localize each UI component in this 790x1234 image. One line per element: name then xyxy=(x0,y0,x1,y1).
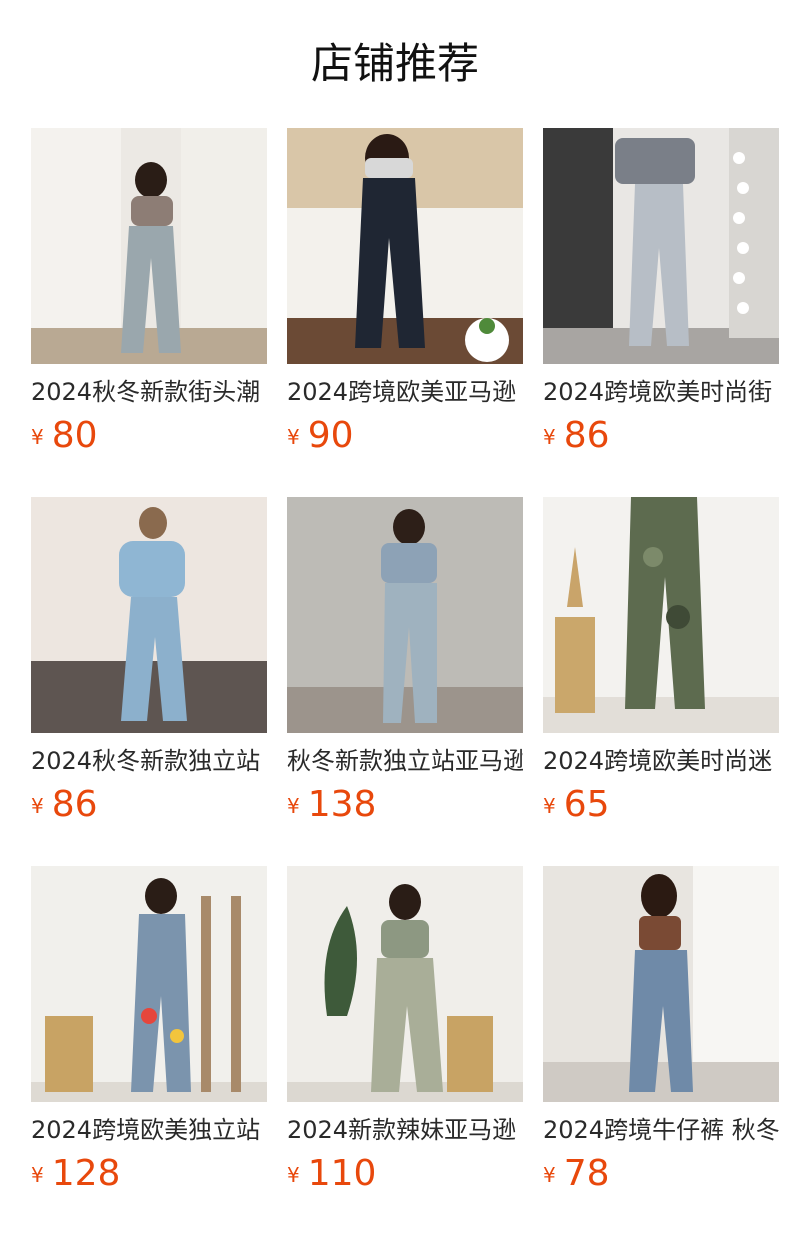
product-card[interactable]: 2024跨境欧美时尚街 ¥86 xyxy=(543,128,779,456)
currency-symbol: ¥ xyxy=(543,1163,556,1187)
currency-symbol: ¥ xyxy=(287,425,300,449)
price-value: 138 xyxy=(307,784,377,825)
price-value: 110 xyxy=(307,1153,377,1194)
page-title: 店铺推荐 xyxy=(310,39,479,88)
product-price: ¥65 xyxy=(543,785,610,825)
currency-symbol: ¥ xyxy=(31,794,44,818)
currency-symbol: ¥ xyxy=(543,425,556,449)
price-value: 128 xyxy=(51,1153,121,1194)
product-name[interactable]: 2024新款辣妹亚马逊 xyxy=(287,1112,523,1148)
product-price: ¥86 xyxy=(543,416,610,456)
price-value: 90 xyxy=(307,415,354,456)
currency-symbol: ¥ xyxy=(287,794,300,818)
product-price: ¥128 xyxy=(31,1154,120,1194)
product-name[interactable]: 2024秋冬新款街头潮 xyxy=(31,374,267,410)
product-grid: 2024秋冬新款街头潮 ¥80 2024跨境欧美亚马逊 ¥90 2024跨境欧美… xyxy=(31,128,779,1194)
price-value: 78 xyxy=(563,1153,610,1194)
product-image[interactable] xyxy=(287,128,523,364)
price-value: 86 xyxy=(563,415,610,456)
product-image[interactable] xyxy=(543,866,779,1102)
product-card[interactable]: 2024跨境牛仔裤 秋冬 ¥78 xyxy=(543,866,779,1194)
product-card[interactable]: 2024新款辣妹亚马逊 ¥110 xyxy=(287,866,523,1194)
price-value: 86 xyxy=(51,784,98,825)
price-value: 80 xyxy=(51,415,98,456)
product-name[interactable]: 2024跨境欧美独立站 xyxy=(31,1112,267,1148)
product-image[interactable] xyxy=(31,128,267,364)
product-name[interactable]: 2024跨境欧美时尚街 xyxy=(543,374,779,410)
product-card[interactable]: 2024跨境欧美独立站 ¥128 xyxy=(31,866,267,1194)
product-name[interactable]: 2024秋冬新款独立站 xyxy=(31,743,267,779)
product-card[interactable]: 2024跨境欧美时尚迷 ¥65 xyxy=(543,497,779,825)
currency-symbol: ¥ xyxy=(543,794,556,818)
product-price: ¥110 xyxy=(287,1154,376,1194)
product-name[interactable]: 2024跨境欧美时尚迷 xyxy=(543,743,779,779)
product-card[interactable]: 2024秋冬新款独立站 ¥86 xyxy=(31,497,267,825)
product-image[interactable] xyxy=(543,497,779,733)
product-name[interactable]: 秋冬新款独立站亚马逊 xyxy=(287,743,523,779)
price-value: 65 xyxy=(563,784,610,825)
product-name[interactable]: 2024跨境欧美亚马逊 xyxy=(287,374,523,410)
product-price: ¥78 xyxy=(543,1154,610,1194)
product-image[interactable] xyxy=(287,497,523,733)
product-name[interactable]: 2024跨境牛仔裤 秋冬 xyxy=(543,1112,779,1148)
product-card[interactable]: 2024跨境欧美亚马逊 ¥90 xyxy=(287,128,523,456)
product-price: ¥90 xyxy=(287,416,354,456)
product-image[interactable] xyxy=(543,128,779,364)
currency-symbol: ¥ xyxy=(31,425,44,449)
product-card[interactable]: 秋冬新款独立站亚马逊 ¥138 xyxy=(287,497,523,825)
product-image[interactable] xyxy=(31,866,267,1102)
product-card[interactable]: 2024秋冬新款街头潮 ¥80 xyxy=(31,128,267,456)
product-image[interactable] xyxy=(31,497,267,733)
currency-symbol: ¥ xyxy=(31,1163,44,1187)
product-image[interactable] xyxy=(287,866,523,1102)
product-price: ¥86 xyxy=(31,785,98,825)
currency-symbol: ¥ xyxy=(287,1163,300,1187)
product-price: ¥138 xyxy=(287,785,376,825)
product-price: ¥80 xyxy=(31,416,98,456)
